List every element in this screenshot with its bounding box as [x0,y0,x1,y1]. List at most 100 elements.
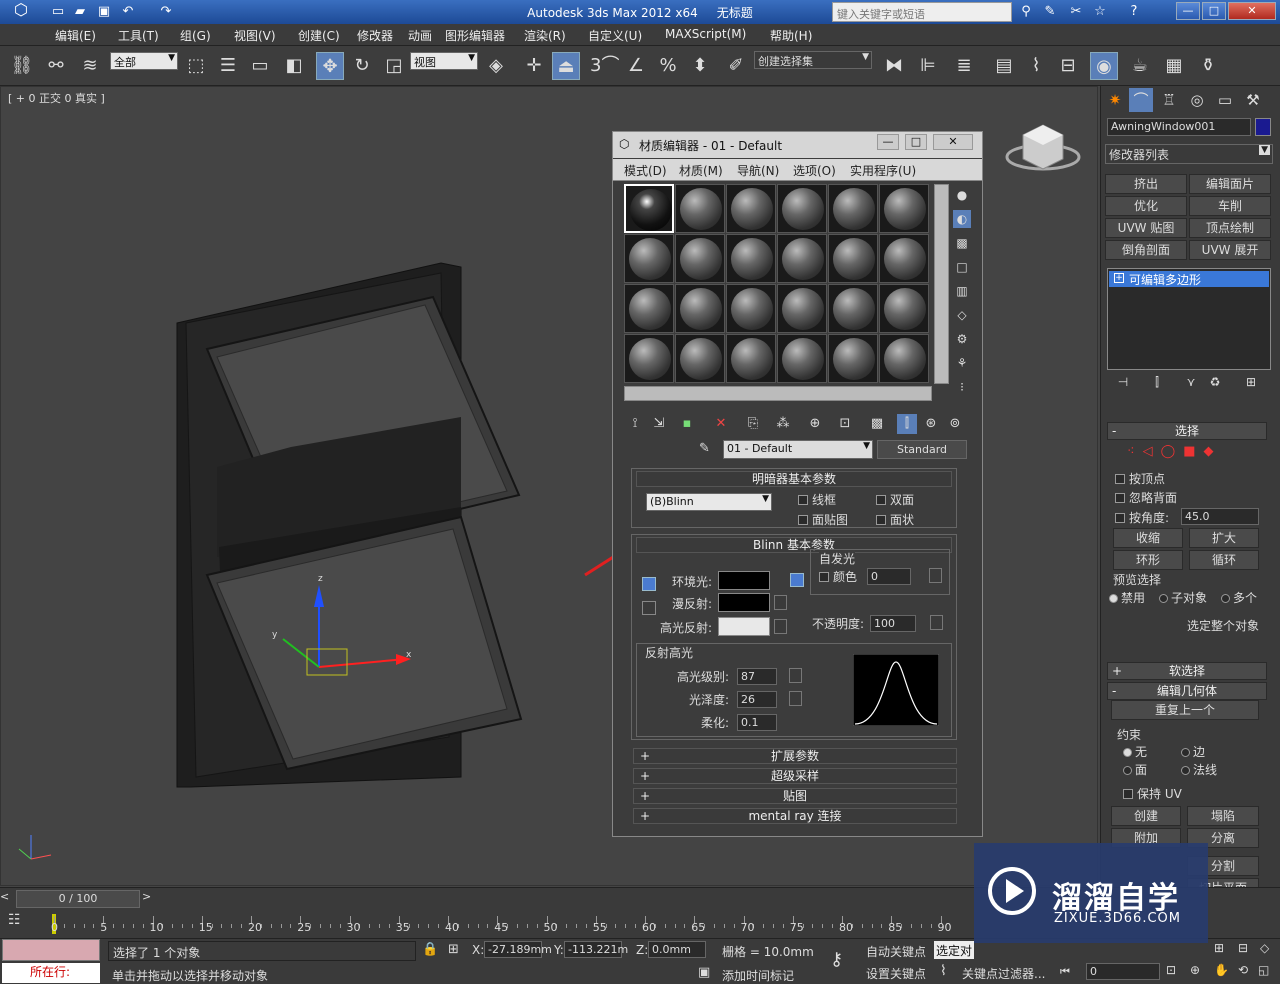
spinner-snap-icon[interactable]: ⬍ [686,52,714,80]
grow-button[interactable]: 扩大 [1189,528,1259,548]
menu-view[interactable]: 视图(V) [234,27,276,44]
optimize-button[interactable]: 优化 [1105,196,1187,216]
material-editor-titlebar[interactable]: ⬡ 材质编辑器 - 01 - Default — □ ✕ [613,132,982,158]
uvw-map-button[interactable]: UVW 贴图 [1105,218,1187,238]
go-forward-sibling-icon[interactable]: ⊚ [945,414,965,434]
material-sample-slot[interactable] [624,284,674,333]
configure-sets-icon[interactable]: ⊞ [1241,372,1261,392]
mat-maximize-button[interactable]: □ [905,134,927,150]
edge-icon[interactable]: ◁ [1143,444,1161,459]
render-setup-icon[interactable]: ☕ [1126,52,1154,80]
add-time-tag[interactable]: 添加时间标记 [722,967,794,984]
unlink-icon[interactable]: ⚯ [42,52,70,80]
remove-modifier-icon[interactable]: ♻ [1205,372,1225,392]
by-angle-checkbox[interactable]: 按角度: [1115,509,1169,526]
favorite-icon[interactable]: ☆ [1092,4,1108,20]
material-sample-slot[interactable] [624,184,674,233]
material-sample-slot[interactable] [828,184,878,233]
opacity-value[interactable]: 100 [870,615,916,632]
material-sample-slot[interactable] [726,284,776,333]
material-sample-slot[interactable] [879,284,929,333]
wire-checkbox[interactable]: 线框 [798,491,836,508]
make-unique-icon[interactable]: ⁂ [773,414,793,434]
pin-stack-icon[interactable]: ⊣ [1113,372,1133,392]
keyboard-shortcut-icon[interactable]: ⏏ [552,52,580,80]
stack-item-editable-poly[interactable]: 可编辑多边形 [1109,271,1269,287]
specular-map-button[interactable] [774,619,787,634]
maximize-button[interactable]: □ [1202,2,1226,20]
edit-geometry-rollout-header[interactable]: - 编辑几何体 [1107,682,1267,700]
shrink-button[interactable]: 收缩 [1113,528,1183,548]
schematic-view-icon[interactable]: ⊟ [1054,52,1082,80]
element-icon[interactable]: ◆ [1203,444,1221,459]
multi-radio[interactable]: 多个 [1221,589,1257,606]
key-mode-icon[interactable]: ⚷ [830,949,843,970]
video-color-check-icon[interactable]: ▥ [953,282,971,300]
material-name-field[interactable]: 01 - Default ▼ [723,440,873,459]
faceted-checkbox[interactable]: 面状 [876,511,914,528]
put-to-library-icon[interactable]: ⊕ [805,414,825,434]
hierarchy-tab-icon[interactable]: ♖ [1157,88,1181,112]
get-material-icon[interactable]: ⟟ [625,414,645,434]
layer-manager-icon[interactable]: ≣ [950,52,978,80]
backlight-icon[interactable]: ◐ [953,210,971,228]
timeline-ticks[interactable]: 0 5 10 15 20 25 30 35 40 45 50 55 60 65 70 75 80 85 90 [0,888,980,940]
minimize-button[interactable]: — [1176,2,1200,20]
material-id-icon[interactable]: ⊡ [835,414,855,434]
material-sample-slot[interactable] [675,184,725,233]
menu-animation[interactable]: 动画 [408,27,432,44]
material-sample-slot[interactable] [726,184,776,233]
menu-create[interactable]: 创建(C) [298,27,340,44]
ref-coord-dropdown[interactable]: 视图 ▼ [410,52,478,70]
subobject-level-icons[interactable]: ⁖◁◯■◆ [1127,444,1267,462]
material-navigator-icon[interactable]: ⁝ [953,378,971,396]
menu-group[interactable]: 组(G) [180,27,211,44]
x-coord-field[interactable]: -27.189mm [484,941,552,958]
utilities-tab-icon[interactable]: ⚒ [1241,88,1265,112]
self-illum-value[interactable]: 0 [867,568,911,585]
make-preview-icon[interactable]: ◇ [953,306,971,324]
angle-value[interactable]: 45.0 [1181,508,1259,525]
material-sample-slot[interactable] [828,284,878,333]
y-coord-field[interactable]: -113.221m [564,941,628,958]
material-sample-slot[interactable] [828,234,878,283]
eyedropper-icon[interactable]: ✎ [699,441,710,456]
material-sample-slot[interactable] [879,184,929,233]
material-sample-slot[interactable] [879,234,929,283]
tangent-icon[interactable]: ⌇ [940,963,947,979]
select-object-icon[interactable]: ⬚ [182,52,210,80]
sample-type-icon[interactable]: ● [953,186,971,204]
lock-map-icon[interactable] [790,573,804,587]
select-by-name-icon[interactable]: ☰ [214,52,242,80]
material-sample-slot[interactable] [726,334,776,383]
menu-modifiers[interactable]: 修改器 [357,27,393,44]
ring-button[interactable]: 环形 [1113,550,1183,570]
material-sample-slot[interactable] [675,284,725,333]
slots-vscroll[interactable] [934,184,949,384]
goto-start-icon[interactable]: ⏮ [1060,965,1070,979]
graphite-icon[interactable]: ▤ [990,52,1018,80]
window-crossing-icon[interactable]: ◧ [280,52,308,80]
soften-value[interactable]: 0.1 [737,714,777,731]
constraint-normal-radio[interactable]: 法线 [1181,761,1217,778]
lock-selection-icon[interactable]: 🔒 [422,942,438,957]
mat-close-button[interactable]: ✕ [933,134,973,150]
rect-selection-icon[interactable]: ▭ [246,52,274,80]
mirror-icon[interactable]: ⧓ [880,52,908,80]
lathe-button[interactable]: 车削 [1189,196,1271,216]
menu-graph-editors[interactable]: 图形编辑器 [445,27,505,44]
constraint-edge-radio[interactable]: 边 [1181,743,1205,760]
manipulate-icon[interactable]: ✛ [520,52,548,80]
mat-menu-mode[interactable]: 模式(D) [624,162,667,179]
options-icon[interactable]: ⚙ [953,330,971,348]
move-icon[interactable]: ✥ [316,52,344,80]
material-sample-slot[interactable] [777,184,827,233]
diffuse-color-swatch[interactable] [718,593,770,612]
search-input[interactable]: 键入关键字或短语 [832,2,1012,22]
ambient-color-swatch[interactable] [718,571,770,590]
go-to-parent-icon[interactable]: ⊛ [921,414,941,434]
material-sample-slot[interactable] [675,234,725,283]
field-of-view-icon[interactable]: ◇ [1260,941,1269,955]
material-sample-slot[interactable] [624,334,674,383]
two-sided-checkbox[interactable]: 双面 [876,491,914,508]
